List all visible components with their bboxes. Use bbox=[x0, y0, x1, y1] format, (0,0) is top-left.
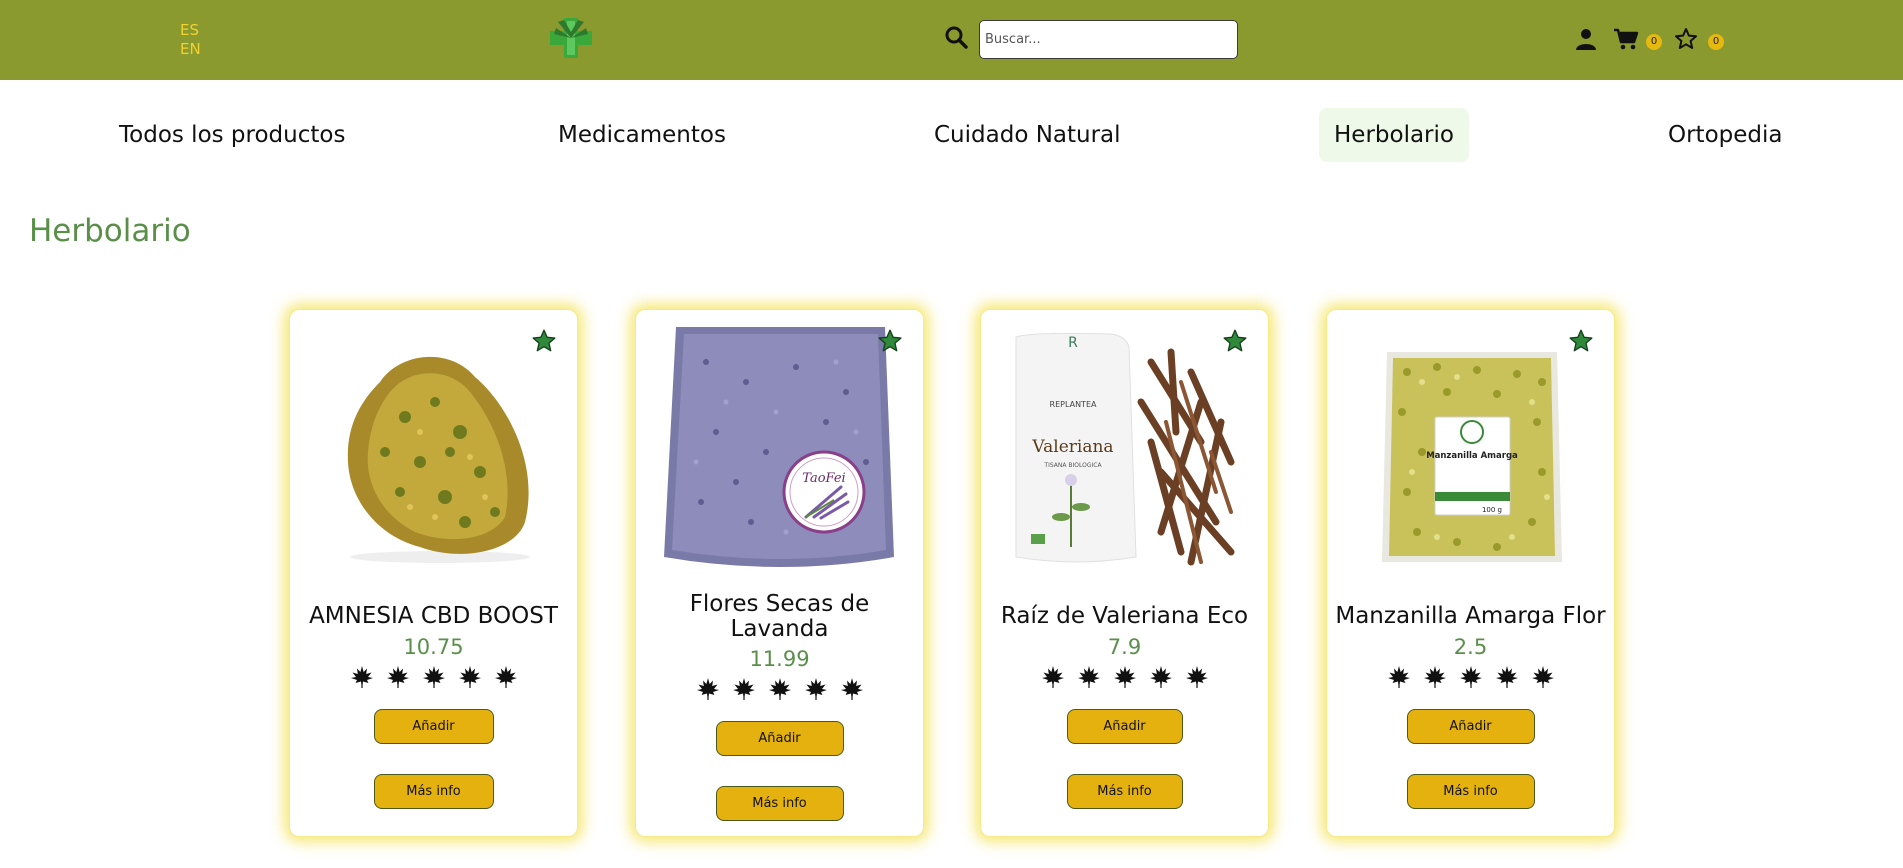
product-price: 2.5 bbox=[1453, 635, 1488, 659]
favorite-star-icon[interactable] bbox=[1222, 328, 1248, 354]
more-info-button[interactable]: Más info bbox=[715, 786, 844, 821]
more-info-button[interactable]: Más info bbox=[1066, 774, 1183, 809]
more-info-button[interactable]: Más info bbox=[1406, 774, 1535, 809]
rating-leaf-icon bbox=[1077, 666, 1100, 688]
star-outline-icon[interactable] bbox=[1674, 27, 1698, 51]
product-name[interactable]: AMNESIA CBD BOOST bbox=[296, 604, 571, 629]
rating-leaf-icon bbox=[1387, 666, 1410, 688]
brand-label: TaoFei bbox=[802, 471, 845, 486]
add-to-cart-button[interactable]: Añadir bbox=[1066, 709, 1183, 744]
svg-text:R: R bbox=[1068, 335, 1078, 351]
add-to-cart-button[interactable]: Añadir bbox=[715, 721, 844, 756]
nav-ortopedia[interactable]: Ortopedia bbox=[1653, 108, 1797, 162]
favorite-star-icon[interactable] bbox=[531, 328, 557, 354]
favorites-count-badge: 0 bbox=[1708, 34, 1724, 50]
product-label: Valeriana bbox=[1031, 437, 1113, 457]
svg-text:100 g: 100 g bbox=[1482, 506, 1502, 514]
product-card: R REPLANTEA Valeriana TISANA BIOLOGICA R… bbox=[980, 309, 1269, 837]
add-to-cart-button[interactable]: Añadir bbox=[1406, 709, 1535, 744]
lavender-bag-image[interactable]: TaoFei bbox=[656, 322, 905, 572]
rating-leaf-icon bbox=[1531, 666, 1554, 688]
user-icon[interactable] bbox=[1574, 27, 1598, 51]
add-to-cart-button[interactable]: Añadir bbox=[373, 709, 494, 744]
rating-leaf-icon bbox=[1113, 666, 1136, 688]
rating bbox=[981, 665, 1268, 689]
favorite-star-icon[interactable] bbox=[877, 328, 903, 354]
product-card: AMNESIA CBD BOOST 10.75 Añadir Más info bbox=[289, 309, 578, 837]
rating-leaf-icon bbox=[696, 678, 719, 700]
rating bbox=[636, 677, 923, 701]
rating-leaf-icon bbox=[1185, 666, 1208, 688]
top-bar: ES EN 0 0 bbox=[0, 0, 1903, 80]
rating-leaf-icon bbox=[732, 678, 755, 700]
rating-leaf-icon bbox=[422, 666, 445, 688]
product-card: Manzanilla Amarga 100 g Manzanilla Amarg… bbox=[1326, 309, 1615, 837]
chamomile-bag-image[interactable]: Manzanilla Amarga 100 g bbox=[1347, 322, 1596, 572]
page-title: Herbolario bbox=[29, 213, 191, 249]
rating-leaf-icon bbox=[804, 678, 827, 700]
rating-leaf-icon bbox=[1459, 666, 1482, 688]
rating bbox=[290, 665, 577, 689]
rating-leaf-icon bbox=[1149, 666, 1172, 688]
pharmacy-cross-icon[interactable] bbox=[546, 14, 596, 62]
rating-leaf-icon bbox=[1041, 666, 1064, 688]
rating-leaf-icon bbox=[840, 678, 863, 700]
cannabis-bud-image[interactable] bbox=[310, 322, 559, 572]
product-name[interactable]: Flores Secas de Lavanda bbox=[642, 592, 917, 642]
brand-label: REPLANTEA bbox=[1050, 400, 1097, 409]
rating-leaf-icon bbox=[1495, 666, 1518, 688]
search-icon[interactable] bbox=[944, 25, 968, 49]
product-name[interactable]: Manzanilla Amarga Flor bbox=[1333, 604, 1608, 629]
product-sublabel: TISANA BIOLOGICA bbox=[1043, 462, 1102, 469]
rating-leaf-icon bbox=[494, 666, 517, 688]
favorite-star-icon[interactable] bbox=[1568, 328, 1594, 354]
more-info-button[interactable]: Más info bbox=[373, 774, 494, 809]
nav-cuidado-natural[interactable]: Cuidado Natural bbox=[919, 108, 1136, 162]
rating bbox=[1327, 665, 1614, 689]
valerian-pouch-image[interactable]: R REPLANTEA Valeriana TISANA BIOLOGICA bbox=[1001, 322, 1250, 572]
product-price: 7.9 bbox=[1107, 635, 1142, 659]
product-card: TaoFei Flores Secas de Lavanda 11.99 Aña… bbox=[635, 309, 924, 837]
rating-leaf-icon bbox=[386, 666, 409, 688]
rating-leaf-icon bbox=[1423, 666, 1446, 688]
language-switcher: ES EN bbox=[180, 21, 201, 59]
language-en[interactable]: EN bbox=[180, 40, 201, 59]
product-label: Manzanilla Amarga bbox=[1426, 451, 1518, 461]
cart-icon[interactable] bbox=[1613, 27, 1639, 51]
language-es[interactable]: ES bbox=[180, 21, 201, 40]
nav-herbolario[interactable]: Herbolario bbox=[1319, 108, 1469, 162]
rating-leaf-icon bbox=[768, 678, 791, 700]
product-price: 10.75 bbox=[403, 635, 464, 659]
rating-leaf-icon bbox=[350, 666, 373, 688]
rating-leaf-icon bbox=[458, 666, 481, 688]
cart-count-badge: 0 bbox=[1646, 34, 1662, 50]
nav-todos-los-productos[interactable]: Todos los productos bbox=[104, 108, 360, 162]
nav-medicamentos[interactable]: Medicamentos bbox=[543, 108, 741, 162]
product-price: 11.99 bbox=[749, 647, 810, 671]
product-name[interactable]: Raíz de Valeriana Eco bbox=[987, 604, 1262, 629]
search-input[interactable] bbox=[979, 20, 1238, 59]
